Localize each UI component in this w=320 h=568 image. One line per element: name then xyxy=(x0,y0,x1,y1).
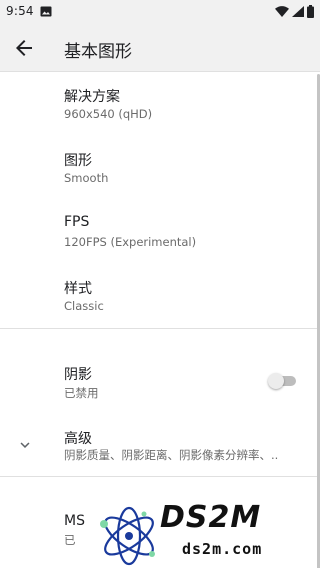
watermark-brand: DS2M xyxy=(160,500,262,535)
pref-summary: 已禁用 xyxy=(64,386,99,400)
arrow-back-icon[interactable] xyxy=(12,36,36,60)
pref-graphics[interactable]: 图形 Smooth xyxy=(0,136,320,200)
pref-shadow[interactable]: 阴影 已禁用 xyxy=(0,348,320,412)
watermark: DS2M ds2m.com xyxy=(96,498,320,568)
pref-summary: 阴影质量、阴影距离、阴影像素分辨率、.. xyxy=(64,448,279,462)
pref-style[interactable]: 样式 Classic xyxy=(0,264,320,328)
pref-summary: Classic xyxy=(64,299,104,313)
status-bar: 9:54 xyxy=(0,0,320,24)
watermark-domain: ds2m.com xyxy=(182,540,263,558)
battery-icon xyxy=(307,5,314,18)
pref-title: MS xyxy=(64,513,85,529)
pref-summary: 已 xyxy=(64,533,76,547)
toggle-thumb xyxy=(268,373,284,389)
section-divider xyxy=(0,328,318,329)
pref-advanced[interactable]: 高级 阴影质量、阴影距离、阴影像素分辨率、.. xyxy=(0,412,320,476)
pref-title: 样式 xyxy=(64,281,92,297)
shadow-toggle[interactable] xyxy=(268,373,296,389)
pref-title: 阴影 xyxy=(64,367,92,383)
pref-title: FPS xyxy=(64,214,90,230)
cell-signal-icon xyxy=(292,6,304,17)
section-divider xyxy=(0,476,318,477)
pref-summary: 120FPS (Experimental) xyxy=(64,235,197,249)
app-bar: 基本图形 xyxy=(0,24,320,72)
settings-list[interactable]: 解决方案 960x540 (qHD) 图形 Smooth FPS 120FPS … xyxy=(0,72,320,568)
chevron-down-icon xyxy=(20,442,30,448)
pref-summary: Smooth xyxy=(64,171,109,185)
atom-logo-icon xyxy=(100,506,155,566)
page-title: 基本图形 xyxy=(64,42,132,62)
photo-icon xyxy=(40,6,52,17)
pref-fps[interactable]: FPS 120FPS (Experimental) xyxy=(0,200,320,264)
pref-resolution[interactable]: 解决方案 960x540 (qHD) xyxy=(0,72,320,136)
pref-title: 图形 xyxy=(64,153,92,169)
pref-title: 解决方案 xyxy=(64,89,120,105)
pref-summary: 960x540 (qHD) xyxy=(64,107,153,121)
wifi-icon xyxy=(275,6,289,17)
pref-title: 高级 xyxy=(64,431,92,447)
status-time: 9:54 xyxy=(6,4,34,18)
